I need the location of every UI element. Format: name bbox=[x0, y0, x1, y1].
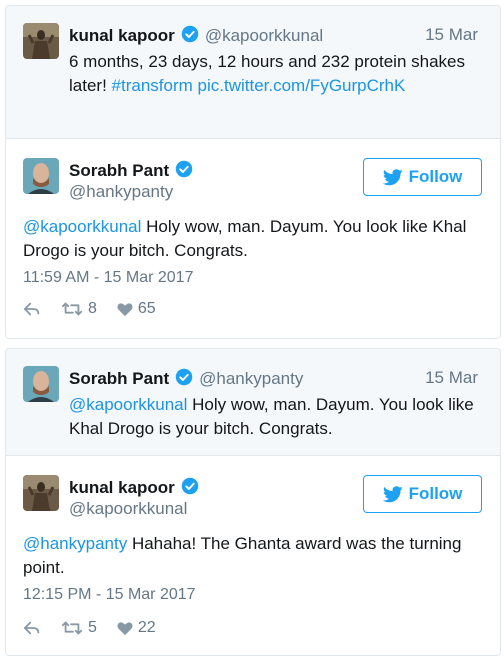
reply-action[interactable] bbox=[23, 620, 41, 636]
heart-icon bbox=[117, 302, 133, 316]
tweet-author-line: kunal kapoor bbox=[69, 477, 199, 498]
quoted-context-tweet[interactable]: Sorabh Pant @hankypanty 15 Mar @kapoorkku… bbox=[6, 349, 500, 456]
like-action[interactable]: 22 bbox=[117, 619, 156, 637]
context-date[interactable]: 15 Mar bbox=[425, 368, 478, 388]
follow-button[interactable]: Follow bbox=[363, 475, 482, 513]
avatar-sorabh[interactable] bbox=[23, 366, 59, 402]
like-count: 65 bbox=[137, 300, 156, 317]
follow-label: Follow bbox=[408, 167, 463, 186]
mention-link[interactable]: @kapoorkkunal bbox=[23, 217, 141, 236]
tweet-timestamp[interactable]: 12:15 PM - 15 Mar 2017 bbox=[23, 586, 196, 604]
quoted-context-tweet[interactable]: kunal kapoor @kapoorkkunal 15 Mar 6 month… bbox=[6, 6, 500, 139]
hashtag-link[interactable]: #transform bbox=[112, 76, 193, 95]
context-tweet-text: 6 months, 23 days, 12 hours and 232 prot… bbox=[69, 50, 479, 98]
twitter-bird-icon bbox=[382, 168, 403, 185]
tweet-author-name[interactable]: Sorabh Pant bbox=[69, 161, 169, 180]
mention-link[interactable]: @kapoorkkunal bbox=[69, 395, 187, 414]
retweet-action[interactable]: 5 bbox=[61, 619, 97, 637]
context-author-name[interactable]: kunal kapoor bbox=[69, 26, 175, 45]
tweet-actions: 8 65 bbox=[23, 300, 176, 318]
reply-icon bbox=[23, 302, 40, 316]
twitter-bird-icon bbox=[382, 485, 403, 502]
retweet-icon bbox=[61, 302, 83, 316]
heart-icon bbox=[117, 621, 133, 635]
tweet-author-handle[interactable]: @hankypanty bbox=[69, 182, 173, 202]
context-author-handle[interactable]: @kapoorkkunal bbox=[205, 26, 323, 45]
context-author-handle[interactable]: @hankypanty bbox=[199, 369, 303, 388]
follow-label: Follow bbox=[408, 484, 463, 503]
like-action[interactable]: 65 bbox=[117, 300, 156, 318]
tweet-author-name[interactable]: kunal kapoor bbox=[69, 478, 175, 497]
mention-link[interactable]: @hankypanty bbox=[23, 534, 127, 553]
follow-button[interactable]: Follow bbox=[363, 158, 482, 196]
context-author-line: Sorabh Pant @hankypanty bbox=[69, 368, 303, 389]
embedded-tweet-card-1: kunal kapoor @kapoorkkunal 15 Mar 6 month… bbox=[5, 5, 501, 339]
verified-badge-icon bbox=[181, 25, 199, 43]
verified-badge-icon bbox=[175, 160, 193, 178]
verified-badge-icon bbox=[181, 477, 199, 495]
pic-link[interactable]: pic.twitter.com/FyGurpCrhK bbox=[198, 76, 406, 95]
avatar-kunal[interactable] bbox=[23, 475, 59, 511]
reply-icon bbox=[23, 621, 40, 635]
tweet-actions: 5 22 bbox=[23, 619, 176, 637]
retweet-icon bbox=[61, 621, 83, 635]
context-author-line: kunal kapoor @kapoorkkunal bbox=[69, 25, 323, 46]
embedded-tweet-card-2: Sorabh Pant @hankypanty 15 Mar @kapoorkku… bbox=[5, 348, 501, 656]
avatar-sorabh[interactable] bbox=[23, 158, 59, 194]
tweet-author-line: Sorabh Pant bbox=[69, 160, 193, 181]
like-count: 22 bbox=[137, 619, 156, 636]
retweet-action[interactable]: 8 bbox=[61, 300, 97, 318]
tweet-timestamp[interactable]: 11:59 AM - 15 Mar 2017 bbox=[23, 269, 193, 287]
reply-action[interactable] bbox=[23, 301, 41, 317]
context-author-name[interactable]: Sorabh Pant bbox=[69, 369, 169, 388]
verified-badge-icon bbox=[175, 368, 193, 386]
context-date[interactable]: 15 Mar bbox=[425, 25, 478, 45]
avatar-kunal[interactable] bbox=[23, 23, 59, 59]
retweet-count: 8 bbox=[88, 300, 97, 317]
tweet-text: @hankypanty Hahaha! The Ghanta award was… bbox=[23, 532, 483, 580]
context-tweet-text: @kapoorkkunal Holy wow, man. Dayum. You … bbox=[69, 393, 479, 441]
tweet-text: @kapoorkkunal Holy wow, man. Dayum. You … bbox=[23, 215, 483, 263]
tweet-author-handle[interactable]: @kapoorkkunal bbox=[69, 499, 187, 519]
retweet-count: 5 bbox=[88, 619, 97, 636]
